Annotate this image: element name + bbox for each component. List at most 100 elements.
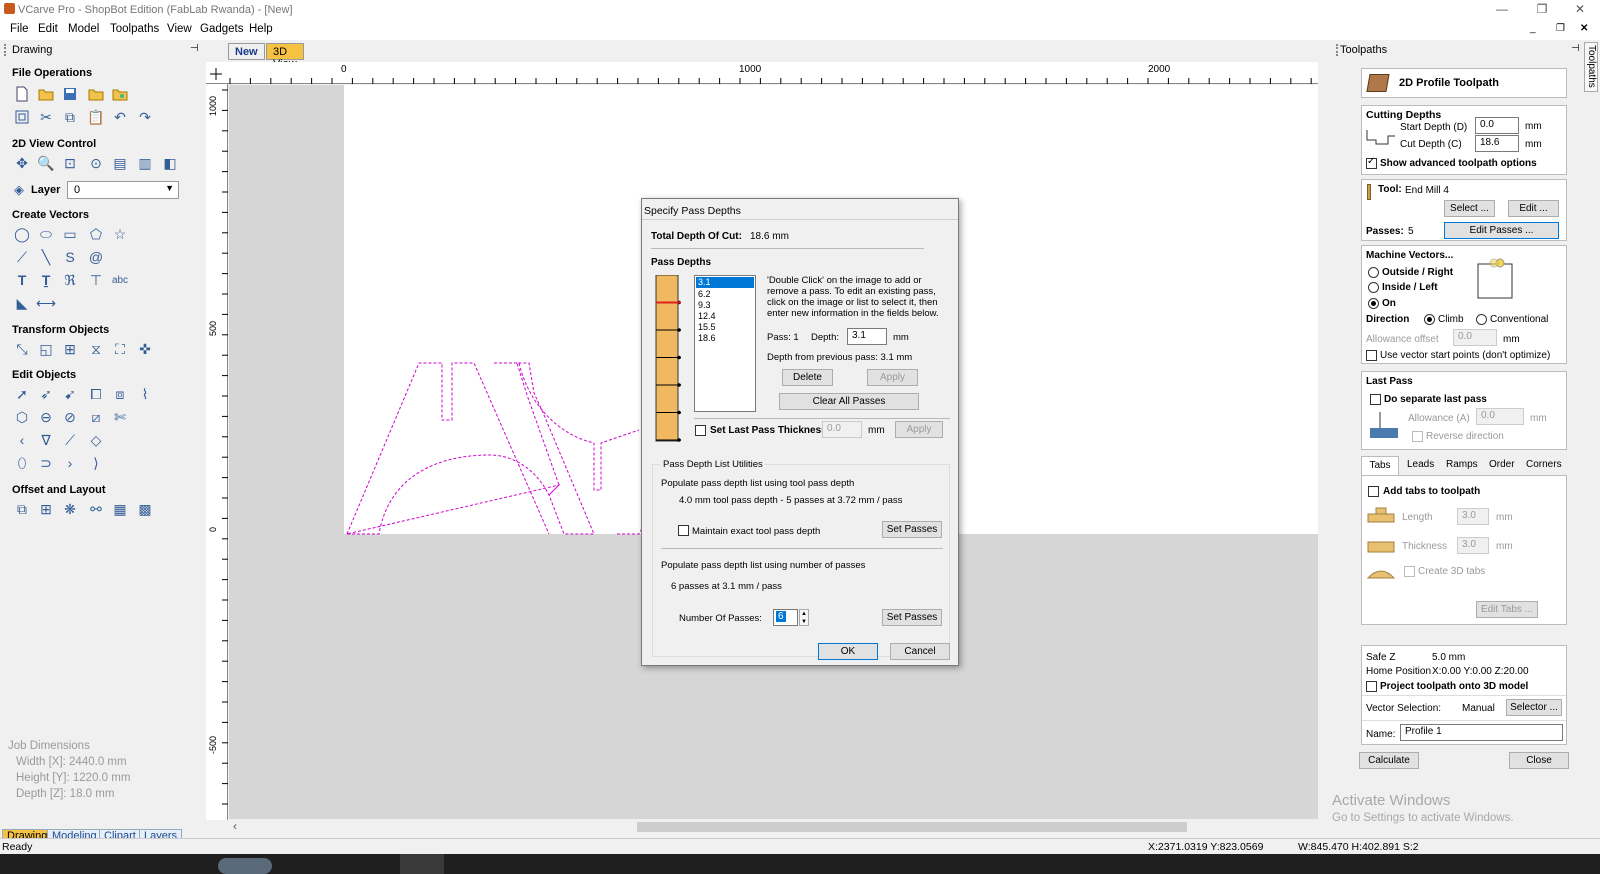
- auto-layout-text-icon[interactable]: ⊤: [86, 270, 106, 290]
- new-file-icon[interactable]: [12, 84, 32, 104]
- edit-tool-button[interactable]: Edit ...: [1508, 200, 1559, 217]
- text-icon[interactable]: T: [12, 270, 32, 290]
- size-icon[interactable]: ⛶: [110, 339, 130, 359]
- climb-radio[interactable]: [1424, 314, 1435, 325]
- close-window-button[interactable]: ✕: [1565, 2, 1595, 18]
- import-bitmap-icon[interactable]: [110, 84, 130, 104]
- menu-view[interactable]: View: [167, 23, 192, 35]
- allowance-a-input[interactable]: 0.0: [1476, 408, 1524, 425]
- set-last-pass-checkbox[interactable]: [695, 425, 706, 436]
- trim-icon[interactable]: ✄: [110, 407, 130, 427]
- panel-grip[interactable]: [4, 44, 9, 56]
- polyline-icon[interactable]: ⟋: [12, 247, 32, 267]
- menu-model[interactable]: Model: [68, 23, 99, 35]
- list-item[interactable]: 6.2: [695, 289, 755, 300]
- join-open-icon[interactable]: ⊃: [36, 453, 56, 473]
- intersect-icon[interactable]: ⊘: [60, 407, 80, 427]
- undo-icon[interactable]: ↶: [110, 107, 130, 127]
- mirror-icon[interactable]: ⧖: [86, 339, 106, 359]
- redo-icon[interactable]: ↷: [135, 107, 155, 127]
- import-folder-icon[interactable]: [86, 84, 106, 104]
- offset-icon[interactable]: ⧉: [12, 499, 32, 519]
- subtract-icon[interactable]: ⊖: [36, 407, 56, 427]
- zoom-icon[interactable]: 🔍: [36, 153, 56, 173]
- dimension-text-icon[interactable]: abc: [110, 270, 130, 290]
- view-switch-icon[interactable]: ◧: [160, 153, 180, 173]
- cut-icon[interactable]: ✂: [36, 107, 56, 127]
- calculate-button[interactable]: Calculate: [1359, 752, 1419, 769]
- center-icon[interactable]: ✜: [135, 339, 155, 359]
- line-tool-icon[interactable]: ╲: [36, 247, 56, 267]
- close-vector-icon[interactable]: ⬯: [12, 453, 32, 473]
- taskbar-app-icon[interactable]: [218, 858, 272, 874]
- on-radio[interactable]: [1368, 298, 1379, 309]
- select-tool-button[interactable]: Select ...: [1444, 200, 1495, 217]
- tab-corners[interactable]: Corners: [1526, 459, 1562, 470]
- circle-icon[interactable]: ◯: [12, 224, 32, 244]
- inner-restore-button[interactable]: ❐: [1556, 23, 1565, 34]
- curve-fit-icon[interactable]: ∇: [36, 430, 56, 450]
- taskbar-active-app[interactable]: [400, 854, 444, 874]
- tab-ramps[interactable]: Ramps: [1446, 459, 1478, 470]
- edit-passes-button[interactable]: Edit Passes ...: [1444, 222, 1559, 239]
- inner-close-button[interactable]: ✕: [1580, 23, 1588, 34]
- tab-new[interactable]: New: [228, 43, 265, 60]
- delete-button[interactable]: Delete: [782, 369, 833, 386]
- create-3d-tabs-checkbox[interactable]: [1404, 566, 1415, 577]
- ungroup-icon[interactable]: ⧈: [110, 384, 130, 404]
- smooth-icon[interactable]: ‹: [12, 430, 32, 450]
- polygon-icon[interactable]: ⬠: [86, 224, 106, 244]
- maintain-exact-depth-checkbox[interactable]: [678, 525, 689, 536]
- list-item[interactable]: 9.3: [695, 300, 755, 311]
- tab-leads[interactable]: Leads: [1407, 459, 1434, 470]
- group-icon[interactable]: ⧠: [86, 384, 106, 404]
- apply-button[interactable]: Apply: [867, 369, 918, 386]
- add-tabs-checkbox[interactable]: [1368, 486, 1379, 497]
- measure-icon[interactable]: ⌇: [135, 384, 155, 404]
- view-layout-icon[interactable]: ▤: [110, 153, 130, 173]
- length-input[interactable]: 3.0: [1457, 508, 1489, 525]
- bracket-icon[interactable]: ⟩: [86, 453, 106, 473]
- edit-tabs-button[interactable]: Edit Tabs ...: [1476, 601, 1538, 618]
- extend-icon[interactable]: ⟋: [60, 430, 80, 450]
- set-passes-count-button[interactable]: Set Passes: [882, 609, 942, 626]
- set-passes-tool-button[interactable]: Set Passes: [882, 521, 942, 538]
- scroll-left-icon[interactable]: ‹: [233, 819, 237, 833]
- menu-toolpaths[interactable]: Toolpaths: [110, 23, 159, 35]
- node-edit-icon[interactable]: ➶: [36, 384, 56, 404]
- side-tab-toolpaths[interactable]: Toolpaths: [1584, 42, 1598, 92]
- last-pass-thickness-input[interactable]: 0.0: [822, 421, 862, 438]
- vector-start-checkbox[interactable]: [1366, 350, 1377, 361]
- toolpath-name-input[interactable]: Profile 1: [1400, 724, 1563, 741]
- inner-minimize-button[interactable]: _: [1530, 23, 1536, 34]
- reverse-direction-checkbox[interactable]: [1412, 431, 1423, 442]
- text-box-icon[interactable]: Ṯ: [36, 270, 56, 290]
- thickness-input[interactable]: 3.0: [1457, 537, 1489, 554]
- ok-button[interactable]: OK: [818, 643, 878, 660]
- join-icon[interactable]: ⧄: [86, 407, 106, 427]
- job-setup-icon[interactable]: [12, 107, 32, 127]
- select-arrow-icon[interactable]: ➚: [12, 384, 32, 404]
- align-icon[interactable]: ⊞: [60, 339, 80, 359]
- show-advanced-checkbox[interactable]: [1366, 156, 1377, 169]
- list-item[interactable]: 15.5: [695, 322, 755, 333]
- passes-spinner[interactable]: ▲ ▼: [799, 609, 809, 626]
- start-depth-input[interactable]: 0.0: [1475, 117, 1519, 134]
- selector-button[interactable]: Selector ...: [1506, 699, 1562, 716]
- save-icon[interactable]: [60, 84, 80, 104]
- minimize-button[interactable]: —: [1487, 2, 1517, 18]
- array-copy-icon[interactable]: ⊞: [36, 499, 56, 519]
- text-on-curve-icon[interactable]: ℜ: [60, 270, 80, 290]
- ellipse-icon[interactable]: ⬭: [36, 224, 56, 244]
- pan-icon[interactable]: ✥: [12, 153, 32, 173]
- list-item[interactable]: 12.4: [695, 311, 755, 322]
- chevron-right-icon[interactable]: ›: [60, 453, 80, 473]
- circular-copy-icon[interactable]: ❋: [60, 499, 80, 519]
- layer-select[interactable]: 0 ▼: [67, 181, 179, 199]
- clear-all-passes-button[interactable]: Clear All Passes: [779, 393, 919, 410]
- view-split-icon[interactable]: ▥: [135, 153, 155, 173]
- dimension-icon[interactable]: ⟷: [36, 293, 56, 313]
- inside-radio[interactable]: [1368, 282, 1379, 293]
- zoom-box-icon[interactable]: ⊡: [60, 153, 80, 173]
- project-toolpath-checkbox[interactable]: [1366, 681, 1377, 692]
